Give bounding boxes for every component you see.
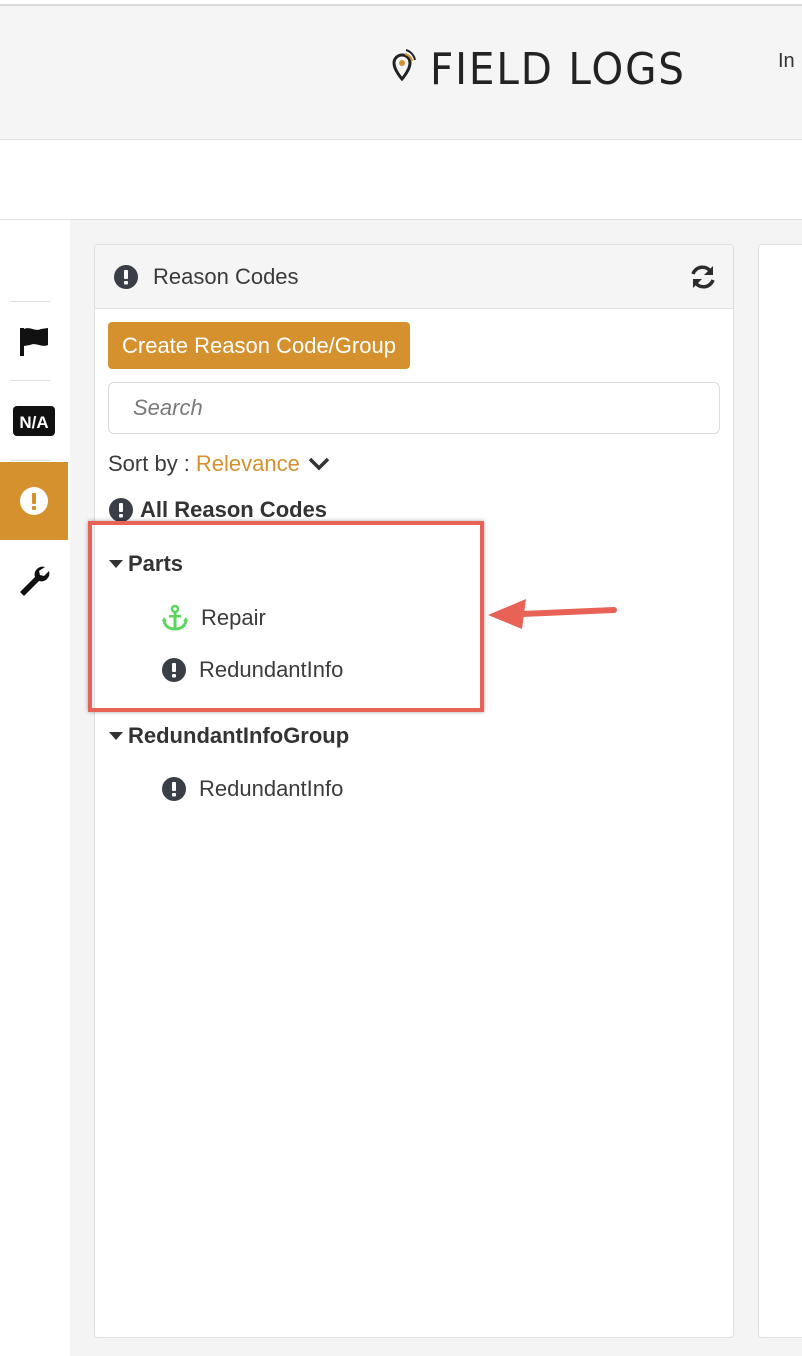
tree-group-label: Parts [128,551,184,576]
caret-down-icon [109,560,123,568]
app-header: FIELD LOGS In [0,6,802,140]
tree-item-redundantinfo[interactable]: RedundantInfo [161,657,343,683]
nav-item-reason-codes[interactable] [0,462,68,540]
anchor-icon [162,604,188,631]
wrench-icon [20,566,50,596]
panel-header: Reason Codes [95,245,733,309]
brand-name: FIELD LOGS [430,43,686,95]
alert-icon [20,487,48,515]
location-signal-icon [392,49,416,82]
tree-item-label: All Reason Codes [140,497,328,522]
sort-value: Relevance [195,451,300,476]
tree-item-label: RedundantInfo [199,776,344,801]
nav-divider [10,380,50,381]
brand-logo[interactable]: FIELD LOGS [386,43,708,95]
reason-codes-panel: Reason Codes Create Reason Code/Group So… [94,244,734,1338]
alert-icon [109,498,133,522]
refresh-icon [691,265,715,289]
create-reason-code-button[interactable]: Create Reason Code/Group [108,322,410,369]
alert-icon [162,658,186,682]
sub-toolbar [0,140,802,220]
detail-panel [758,244,802,1338]
tree-group-redundantinfogroup[interactable]: RedundantInfoGroup [109,723,349,749]
header-nav-item[interactable]: In [778,50,795,73]
alert-icon [114,264,138,289]
sort-dropdown[interactable]: Sort by : Relevance [108,451,330,477]
flag-icon [20,328,48,356]
search-input[interactable] [108,382,720,434]
na-icon: N/A [13,406,55,436]
refresh-button[interactable] [689,263,717,296]
nav-divider [10,460,50,461]
nav-item-tools[interactable] [0,550,68,612]
annotation-arrow-icon [488,599,617,629]
tree-group-parts[interactable]: Parts [109,551,183,577]
tree-item-label: RedundantInfo [199,657,344,682]
caret-down-icon [109,732,123,740]
tree-group-label: RedundantInfoGroup [128,723,350,748]
nav-divider [10,301,50,302]
svg-text:N/A: N/A [19,413,48,432]
chevron-down-icon [308,457,330,471]
tree-item-label: Repair [201,605,266,630]
tree-item-all[interactable]: All Reason Codes [108,497,327,523]
sort-label: Sort by : [108,451,190,476]
tree-item-redundantinfo[interactable]: RedundantInfo [161,776,343,802]
tree-item-repair[interactable]: Repair [161,604,266,632]
nav-item-flag[interactable] [0,310,68,372]
panel-title: Reason Codes [153,263,299,289]
nav-item-na[interactable]: N/A [0,390,68,452]
alert-icon [162,777,186,801]
side-navigation: N/A [0,220,70,1356]
